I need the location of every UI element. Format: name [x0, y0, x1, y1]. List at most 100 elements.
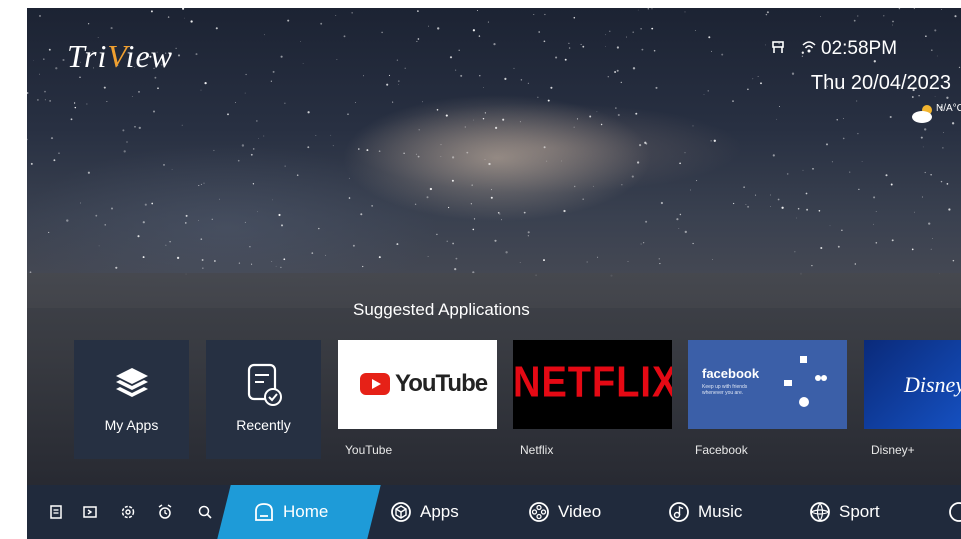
- search-icon[interactable]: [197, 504, 213, 520]
- star: [123, 150, 126, 153]
- star: [643, 242, 645, 244]
- star: [849, 171, 851, 173]
- youtube-play-icon: [360, 373, 390, 395]
- star: [806, 208, 809, 211]
- star: [941, 9, 942, 10]
- more-tab-partial-icon[interactable]: [948, 501, 961, 523]
- tab-sport[interactable]: Sport: [809, 485, 880, 539]
- star: [252, 183, 255, 185]
- star: [497, 211, 500, 214]
- star: [200, 183, 202, 185]
- star: [455, 69, 457, 71]
- star: [111, 207, 113, 210]
- star: [263, 135, 265, 137]
- star: [777, 198, 780, 201]
- star: [651, 27, 654, 30]
- star: [257, 211, 258, 213]
- star: [694, 30, 696, 31]
- disney-plus-card[interactable]: Disney: [864, 340, 961, 429]
- star: [679, 162, 681, 165]
- star: [318, 227, 320, 230]
- star: [639, 144, 642, 147]
- recently-tile[interactable]: Recently: [206, 340, 321, 459]
- star: [241, 144, 245, 147]
- tab-apps[interactable]: Apps: [390, 485, 459, 539]
- star: [272, 199, 273, 201]
- star: [39, 15, 41, 17]
- star: [280, 224, 284, 227]
- star: [576, 118, 579, 120]
- star: [151, 202, 154, 205]
- alarm-icon[interactable]: [157, 504, 173, 520]
- my-apps-tile[interactable]: My Apps: [74, 340, 189, 459]
- star: [857, 132, 859, 135]
- star: [44, 99, 46, 101]
- star: [710, 140, 712, 142]
- input-source-icon[interactable]: [82, 504, 98, 520]
- star: [952, 259, 955, 262]
- star: [476, 10, 478, 11]
- star: [658, 258, 660, 260]
- netflix-label: Netflix: [520, 443, 554, 457]
- star: [445, 114, 448, 117]
- star: [53, 159, 56, 162]
- star: [315, 134, 317, 137]
- star: [641, 48, 644, 51]
- star: [632, 67, 636, 70]
- star: [458, 49, 460, 52]
- star: [249, 245, 251, 248]
- star: [152, 110, 156, 113]
- star: [616, 69, 619, 72]
- star: [142, 221, 145, 224]
- star: [74, 106, 77, 109]
- star: [106, 101, 108, 102]
- star: [256, 120, 258, 122]
- star: [563, 209, 566, 213]
- star: [479, 75, 481, 77]
- star: [472, 228, 475, 231]
- facebook-card[interactable]: facebook Keep up with friends whenever y…: [688, 340, 847, 429]
- star: [631, 175, 634, 178]
- star: [142, 256, 145, 259]
- star: [755, 194, 757, 196]
- star: [770, 206, 771, 207]
- star: [582, 45, 585, 48]
- star: [831, 161, 833, 163]
- star: [451, 156, 455, 159]
- tab-home[interactable]: Home: [253, 485, 328, 539]
- star: [200, 89, 202, 91]
- star: [636, 161, 640, 164]
- notes-icon[interactable]: [48, 504, 64, 520]
- star: [381, 31, 383, 34]
- tab-video[interactable]: Video: [528, 485, 601, 539]
- star: [632, 31, 634, 33]
- star: [948, 208, 951, 211]
- star: [39, 73, 41, 75]
- settings-icon[interactable]: [120, 504, 136, 520]
- star: [841, 229, 843, 231]
- star: [284, 102, 286, 104]
- star: [597, 256, 599, 258]
- star: [244, 92, 246, 94]
- star: [684, 11, 686, 13]
- star: [270, 80, 272, 82]
- star: [185, 214, 188, 217]
- youtube-card[interactable]: YouTube: [338, 340, 497, 429]
- star: [473, 119, 474, 121]
- star: [219, 198, 220, 200]
- tab-music[interactable]: Music: [668, 485, 742, 539]
- star: [157, 87, 159, 90]
- star: [609, 30, 611, 32]
- star: [348, 197, 351, 199]
- star: [547, 99, 550, 102]
- star: [343, 35, 346, 38]
- netflix-card[interactable]: NETFLIX: [513, 340, 672, 429]
- star: [891, 239, 894, 242]
- star: [802, 169, 804, 171]
- star: [592, 185, 594, 187]
- star: [422, 101, 423, 103]
- star: [885, 174, 888, 177]
- star: [122, 129, 125, 132]
- triview-logo: TriView: [67, 38, 173, 74]
- star: [483, 86, 484, 88]
